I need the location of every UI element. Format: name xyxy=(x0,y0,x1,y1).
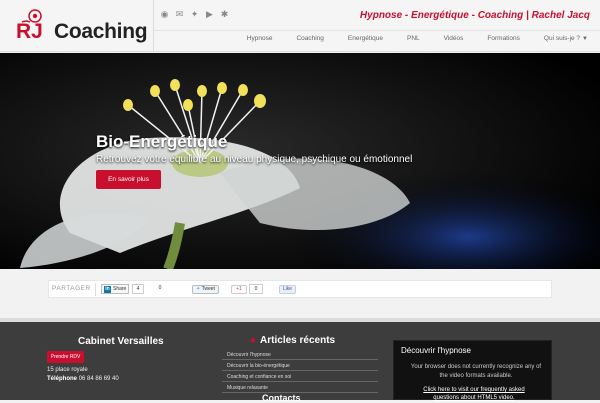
cabinet-address: 15 place royale xyxy=(47,367,88,373)
cabinet-title: Cabinet Versailles xyxy=(78,336,164,347)
twitter-bird-icon: ✦ xyxy=(196,286,201,292)
linkedin-share-label: Share xyxy=(113,286,127,292)
twitter-icon[interactable]: ✦ xyxy=(190,10,199,19)
share-bar: PARTAGER in Share 4 0 ✦ Tweet +1 0 Like xyxy=(48,280,552,298)
video-title: Découvrir l'hypnose xyxy=(401,346,472,355)
linkedin-count: 4 xyxy=(132,284,144,294)
facebook-like-button[interactable]: Like xyxy=(279,285,296,294)
chevron-down-icon: ▼ xyxy=(582,36,588,42)
articles-title: ● Articles récents xyxy=(250,335,335,346)
hero-title: Bio-Energétique xyxy=(96,132,228,151)
google-plus-count: 0 xyxy=(249,284,263,294)
article-link[interactable]: Découvrir la bio-énergétique xyxy=(222,361,378,371)
share-divider xyxy=(95,283,96,296)
youtube-icon[interactable]: ▶ xyxy=(205,10,214,19)
phone-label: Téléphone xyxy=(47,376,78,382)
site-tagline: Hypnose - Energétique - Coaching | Rache… xyxy=(359,10,590,21)
article-link[interactable]: Musique relaxante xyxy=(222,383,378,393)
google-plus-button[interactable]: +1 xyxy=(231,285,247,294)
nav-item-coaching[interactable]: Coaching xyxy=(284,31,335,49)
logo-text: Coaching xyxy=(54,20,148,43)
nav-item-pnl[interactable]: PNL xyxy=(395,31,432,49)
hero-slider: Bio-Energétique Retrouvez votre équilibr… xyxy=(0,53,600,269)
site-header: Coaching RJ ◉ ✉ ✦ ▶ ✱ Hypnose - Energéti… xyxy=(0,0,600,52)
rss-icon[interactable]: ◉ xyxy=(160,10,169,19)
video-widget: Découvrir l'hypnose Your browser does no… xyxy=(393,340,552,401)
nav-item-hypnose[interactable]: Hypnose xyxy=(235,31,285,49)
email-icon[interactable]: ✉ xyxy=(175,10,184,19)
hero-subtitle: Retrouvez votre équilibre au niveau phys… xyxy=(96,154,413,165)
share-label: PARTAGER xyxy=(52,285,91,292)
video-message: Your browser does not currently recogniz… xyxy=(410,364,542,379)
nav-item-videos[interactable]: Vidéos xyxy=(432,31,476,49)
articles-title-text: Articles récents xyxy=(260,335,336,346)
phone-number: 06 84 86 69 40 xyxy=(78,376,119,382)
contacts-title: Contacts xyxy=(262,393,301,403)
social-links: ◉ ✉ ✦ ▶ ✱ xyxy=(160,10,229,19)
article-link[interactable]: Coaching et confiance en soi xyxy=(222,372,378,382)
articles-bullet-icon: ● xyxy=(250,335,257,346)
nav-item-formations[interactable]: Formations xyxy=(475,31,532,49)
yelp-icon[interactable]: ✱ xyxy=(220,10,229,19)
linkedin-share-button[interactable]: in Share xyxy=(101,284,129,294)
nav-item-qui-suis-je[interactable]: Qui suis-je ? ▼ xyxy=(532,31,600,49)
tweet-button[interactable]: ✦ Tweet xyxy=(192,285,219,294)
nav-item-qui-suis-je-label: Qui suis-je ? xyxy=(543,35,581,42)
share-count: 0 xyxy=(153,284,167,294)
prendre-rdv-button[interactable]: Prendre RDV xyxy=(47,351,84,363)
logo-initials: RJ xyxy=(16,20,43,43)
nav-item-energetique[interactable]: Energétique xyxy=(336,31,395,49)
tweet-label: Tweet xyxy=(201,286,215,292)
hero-cta-button[interactable]: En savoir plus xyxy=(96,170,161,189)
site-logo[interactable]: Coaching RJ xyxy=(14,6,152,46)
article-link[interactable]: Découvrir l'hypnose xyxy=(222,350,378,360)
main-nav: Hypnose Coaching Energétique PNL Vidéos … xyxy=(154,30,600,50)
cabinet-phone: Téléphone 06 84 86 69 40 xyxy=(47,376,119,382)
linkedin-icon: in xyxy=(104,286,111,293)
